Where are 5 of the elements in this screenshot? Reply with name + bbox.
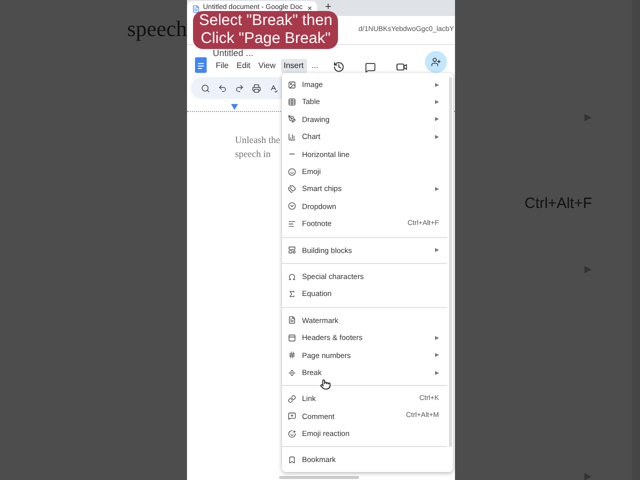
document-text: speech in [235,149,271,162]
document-text: Unleash the [235,135,280,148]
blurred-text: Ctrl+Alt+F [524,194,592,214]
caption-text: Click "Page Break" [200,30,331,48]
blurred-text: speech [127,15,187,43]
